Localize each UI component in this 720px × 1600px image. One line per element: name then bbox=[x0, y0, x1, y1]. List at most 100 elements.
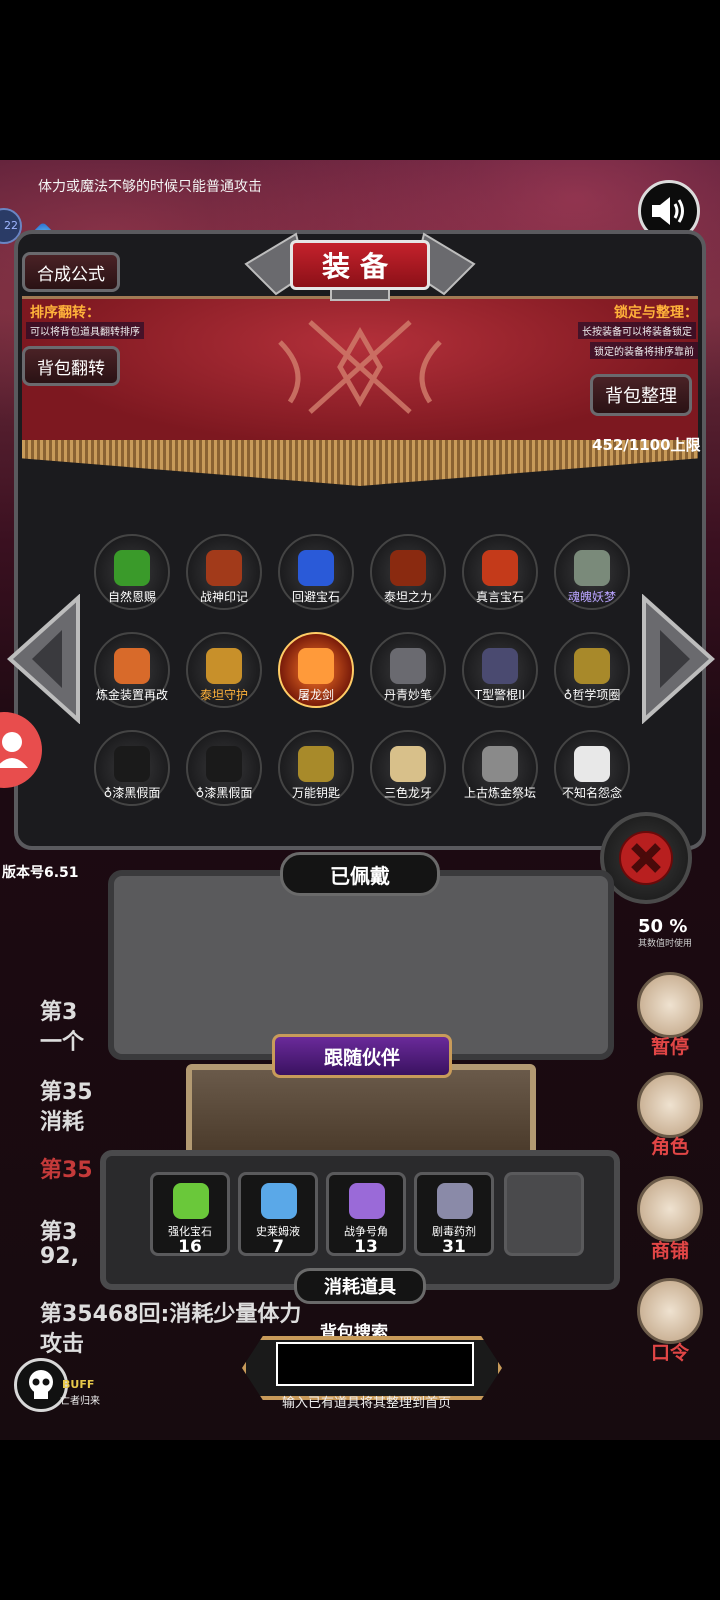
empty-consumable-slot[interactable] bbox=[504, 1172, 584, 1256]
item-name: 魂魄妖梦 bbox=[567, 590, 616, 604]
shop-icon bbox=[637, 1176, 703, 1242]
buff-label: BUFF bbox=[62, 1378, 95, 1391]
bag-organize-button[interactable]: 背包整理 bbox=[590, 374, 692, 416]
shop-label: 商铺 bbox=[650, 1240, 689, 1262]
companion-title: 跟随伙伴 bbox=[272, 1034, 452, 1078]
inventory-item[interactable]: 真言宝石 bbox=[454, 528, 546, 620]
page-title: 装备 bbox=[290, 240, 430, 290]
pause-button[interactable]: 暂停 bbox=[634, 972, 706, 1059]
inventory-item[interactable]: 不知名怨念 bbox=[546, 724, 638, 816]
item-icon bbox=[574, 550, 610, 586]
item-name: 泰坦守护 bbox=[199, 688, 248, 702]
item-name: T型警棍II bbox=[474, 688, 526, 702]
battle-log-line: 第35 bbox=[40, 1080, 93, 1105]
consumable-count: 31 bbox=[442, 1237, 466, 1257]
inventory-item[interactable]: 自然恩赐 bbox=[86, 528, 178, 620]
consumable-slot[interactable]: 战争号角 13 bbox=[326, 1172, 406, 1257]
status-bar-area bbox=[0, 0, 720, 160]
prev-page-arrow[interactable] bbox=[6, 594, 82, 724]
consumable-icon bbox=[349, 1183, 385, 1219]
item-icon bbox=[390, 746, 426, 782]
inventory-item[interactable]: 泰坦之力 bbox=[362, 528, 454, 620]
item-name: 丹青妙笔 bbox=[383, 688, 432, 702]
bag-capacity: 452/1100上限 bbox=[592, 436, 701, 454]
inventory-item[interactable]: 丹青妙笔 bbox=[362, 626, 454, 718]
pause-label: 暂停 bbox=[650, 1036, 689, 1058]
skull-icon bbox=[29, 1370, 53, 1399]
item-name: 不知名怨念 bbox=[561, 786, 622, 800]
buff-sub: 亡者归来 bbox=[60, 1396, 100, 1407]
worn-equipment-panel bbox=[108, 870, 614, 1060]
inventory-item[interactable]: 泰坦守护 bbox=[178, 626, 270, 718]
navigation-bar-area bbox=[0, 1440, 720, 1600]
item-name: 回避宝石 bbox=[291, 590, 340, 604]
inventory-item[interactable]: ♁哲学项圈 bbox=[546, 626, 638, 718]
item-icon bbox=[114, 746, 150, 782]
consumable-icon bbox=[261, 1183, 297, 1219]
item-name: 三色龙牙 bbox=[383, 786, 432, 800]
item-name: 泰坦之力 bbox=[383, 590, 432, 604]
search-hint: 输入已有道具将其整理到首页 bbox=[282, 1396, 452, 1411]
consumable-count: 16 bbox=[178, 1237, 202, 1257]
synthesis-formula-button[interactable]: 合成公式 bbox=[22, 252, 120, 292]
bag-search-input[interactable] bbox=[276, 1342, 474, 1386]
item-icon bbox=[482, 550, 518, 586]
scroll-icon bbox=[637, 1278, 703, 1344]
inventory-item[interactable]: 屠龙剑 bbox=[270, 626, 362, 718]
inventory-item[interactable]: 魂魄妖梦 bbox=[546, 528, 638, 620]
item-name: 自然恩赐 bbox=[107, 590, 156, 604]
inventory-item[interactable]: 炼金装置再改 bbox=[86, 626, 178, 718]
consumable-slot[interactable]: 强化宝石 16 bbox=[150, 1172, 230, 1257]
battle-log-line: 第35468回:消耗少量体力 bbox=[40, 1302, 302, 1327]
speaker-icon bbox=[652, 197, 684, 225]
companion-slot[interactable] bbox=[186, 1064, 536, 1160]
item-name: ♁漆黑假面 bbox=[195, 786, 253, 800]
item-icon bbox=[574, 746, 610, 782]
item-icon bbox=[482, 648, 518, 684]
battle-log-line: 第3 bbox=[40, 1220, 78, 1245]
user-icon bbox=[0, 732, 28, 768]
battle-log-line: 消耗 bbox=[40, 1110, 85, 1135]
speed-sub: 其数值时使用 bbox=[638, 939, 693, 949]
item-icon bbox=[390, 648, 426, 684]
lock-desc-line: 长按装备可以将装备锁定 bbox=[578, 322, 696, 339]
inventory-item[interactable]: 回避宝石 bbox=[270, 528, 362, 620]
reverse-sort-desc: 可以将背包道具翻转排序 bbox=[26, 322, 144, 339]
consumable-count: 13 bbox=[354, 1237, 378, 1257]
item-icon bbox=[298, 550, 334, 586]
item-icon bbox=[298, 648, 334, 684]
consumable-icon bbox=[173, 1183, 209, 1219]
item-name: 真言宝石 bbox=[475, 590, 524, 604]
item-name: 战神印记 bbox=[199, 590, 248, 604]
item-name: 炼金装置再改 bbox=[95, 688, 168, 702]
hooded-figure-icon bbox=[637, 1072, 703, 1138]
speed-value: 50 % bbox=[638, 916, 688, 937]
inventory-item[interactable]: 上古炼金祭坛 bbox=[454, 724, 546, 816]
inventory-item[interactable]: 战神印记 bbox=[178, 528, 270, 620]
item-name: 上古炼金祭坛 bbox=[463, 786, 536, 800]
version-label: 版本号6.51 bbox=[2, 865, 79, 881]
item-icon bbox=[482, 746, 518, 782]
battle-log-line: 第3 bbox=[40, 1000, 78, 1025]
inventory-item[interactable]: T型警棍II bbox=[454, 626, 546, 718]
close-icon bbox=[619, 831, 673, 885]
shop-button[interactable]: 商铺 bbox=[634, 1176, 706, 1263]
consumable-slot[interactable]: 史莱姆液 7 bbox=[238, 1172, 318, 1257]
battle-log-line: 第35 bbox=[40, 1158, 93, 1183]
bag-reverse-button[interactable]: 背包翻转 bbox=[22, 346, 120, 386]
item-icon bbox=[298, 746, 334, 782]
user-profile-button[interactable] bbox=[0, 712, 42, 788]
item-icon bbox=[114, 648, 150, 684]
battle-log-line: 一个 bbox=[40, 1030, 85, 1055]
consumable-slot[interactable]: 剧毒药剂 31 bbox=[414, 1172, 494, 1257]
lock-organize-label: 锁定与整理： bbox=[614, 305, 698, 321]
inventory-item[interactable]: 三色龙牙 bbox=[362, 724, 454, 816]
worn-title: 已佩戴 bbox=[280, 852, 440, 896]
next-page-arrow[interactable] bbox=[640, 594, 716, 724]
inventory-item[interactable]: ♁漆黑假面 bbox=[86, 724, 178, 816]
command-button[interactable]: 口令 bbox=[634, 1278, 706, 1365]
character-button[interactable]: 角色 bbox=[634, 1072, 706, 1159]
inventory-item[interactable]: ♁漆黑假面 bbox=[178, 724, 270, 816]
inventory-item[interactable]: 万能钥匙 bbox=[270, 724, 362, 816]
item-icon bbox=[114, 550, 150, 586]
